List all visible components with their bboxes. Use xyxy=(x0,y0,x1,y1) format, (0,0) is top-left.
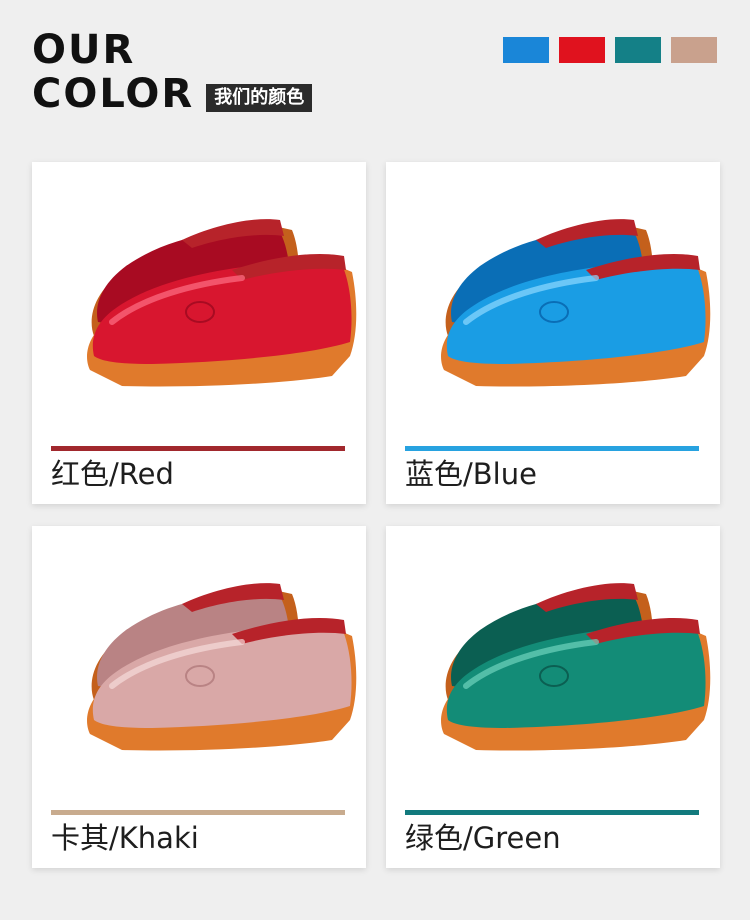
shoe-image xyxy=(441,219,711,387)
swatch-blue[interactable] xyxy=(503,37,549,63)
color-label: 卡其/Khaki xyxy=(51,821,199,855)
color-label: 蓝色/Blue xyxy=(405,457,537,491)
product-card-blue[interactable]: 蓝色/Blue xyxy=(386,162,720,504)
title-line-1: OUR xyxy=(32,27,136,73)
color-bar xyxy=(405,446,699,451)
shoe-image xyxy=(87,219,357,387)
title-badge: 我们的颜色 xyxy=(206,84,313,112)
product-card-green[interactable]: 绿色/Green xyxy=(386,526,720,868)
title-line-2: COLOR xyxy=(32,71,195,117)
color-bar xyxy=(51,446,345,451)
color-bar xyxy=(405,810,699,815)
shoe-image xyxy=(441,583,711,751)
color-label: 绿色/Green xyxy=(405,821,561,855)
product-card-khaki[interactable]: 卡其/Khaki xyxy=(32,526,366,868)
color-swatches xyxy=(503,37,717,63)
swatch-teal[interactable] xyxy=(615,37,661,63)
page-title: OUR COLOR 我们的颜色 xyxy=(32,27,313,117)
color-bar xyxy=(51,810,345,815)
color-label: 红色/Red xyxy=(51,457,174,491)
shoe-image xyxy=(87,583,357,751)
swatch-red[interactable] xyxy=(559,37,605,63)
product-card-red[interactable]: 红色/Red xyxy=(32,162,366,504)
swatch-khaki[interactable] xyxy=(671,37,717,63)
